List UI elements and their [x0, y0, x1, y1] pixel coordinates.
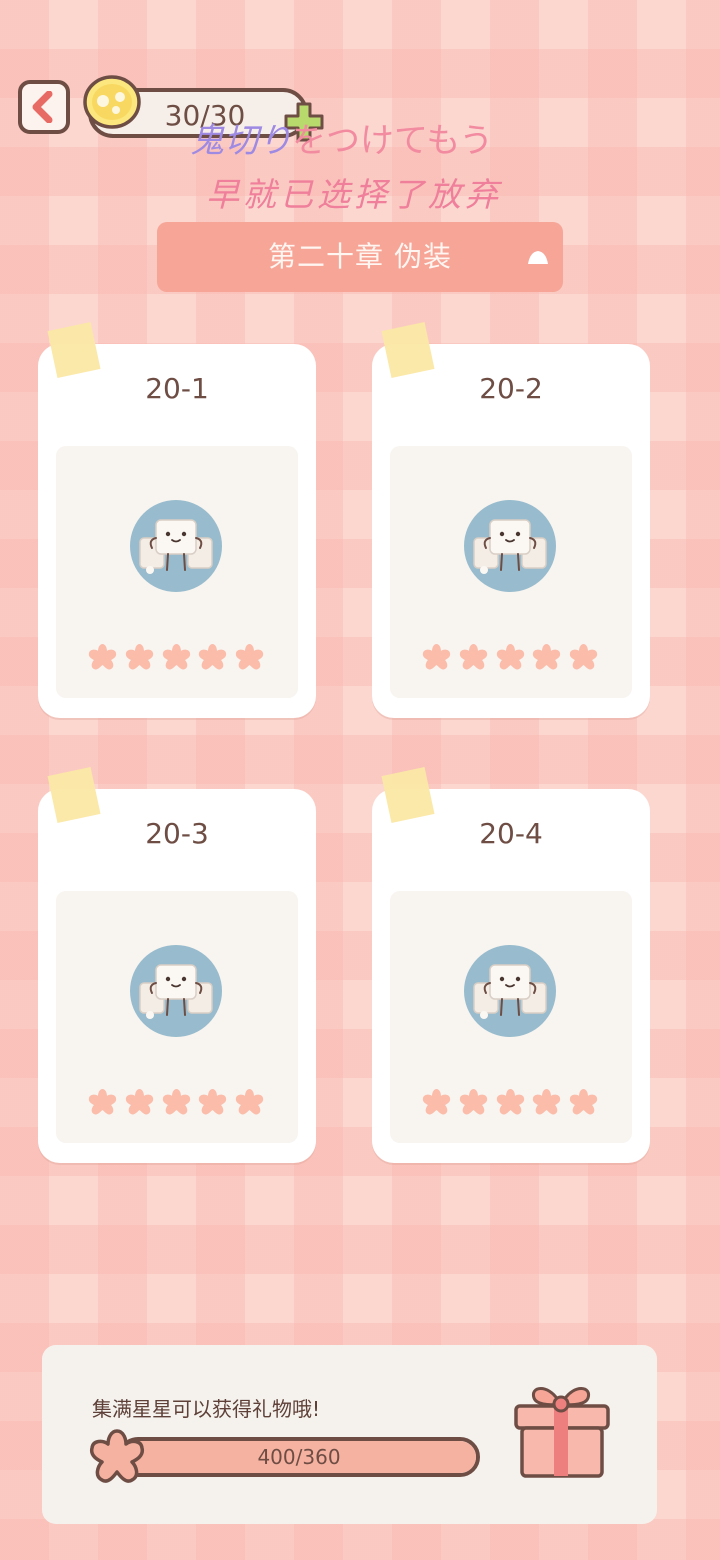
star-rating	[86, 1087, 266, 1119]
flower-star-icon	[569, 1089, 598, 1115]
reward-message: 集满星星可以获得礼物哦!	[92, 1397, 321, 1421]
flower-star-icon	[88, 644, 117, 670]
tofu-character-avatar	[130, 945, 222, 1037]
flower-star-icon	[459, 644, 487, 670]
reward-progress-text: 400/360	[257, 1445, 341, 1469]
flower-star-icon	[125, 644, 153, 670]
overlay-japanese-part2: をつけてもう	[292, 121, 494, 161]
flower-star-icon	[533, 1089, 561, 1115]
tape-decoration	[47, 321, 101, 379]
flower-star-icon	[162, 1089, 190, 1115]
level-preview	[390, 891, 632, 1143]
level-card[interactable]: 20-4	[372, 766, 650, 1163]
level-preview	[390, 446, 632, 698]
star-rating	[420, 1087, 600, 1119]
flower-star-icon	[235, 1089, 264, 1115]
flower-star-icon	[422, 1089, 451, 1115]
flower-star-icon	[88, 1089, 117, 1115]
flower-star-icon	[569, 644, 598, 670]
tape-decoration	[381, 766, 435, 824]
overlay-chinese-text: 早就已选择了放弃	[206, 175, 502, 214]
tofu-coin-icon	[83, 75, 141, 129]
overlay-japanese-part1: 鬼切り	[190, 121, 292, 161]
flower-star-icon	[199, 1089, 227, 1115]
level-card[interactable]: 20-1	[38, 321, 316, 718]
flower-star-icon	[125, 1089, 153, 1115]
chapter-title: 第二十章 伪装	[268, 240, 452, 273]
level-title: 20-4	[479, 817, 543, 850]
tofu-character-avatar	[464, 945, 556, 1037]
flower-star-icon	[496, 1089, 524, 1115]
flower-star-icon	[89, 1429, 145, 1483]
level-preview	[56, 446, 298, 698]
tofu-character-avatar	[130, 500, 222, 592]
level-preview	[56, 891, 298, 1143]
star-rating	[420, 642, 600, 674]
flower-star-icon	[496, 644, 524, 670]
flower-star-icon	[199, 644, 227, 670]
overlay-japanese-text: 鬼切りをつけてもう	[190, 118, 550, 164]
flower-star-icon	[235, 644, 264, 670]
level-title: 20-3	[145, 817, 209, 850]
level-card[interactable]: 20-2	[372, 321, 650, 718]
flower-star-icon	[162, 644, 190, 670]
tofu-character-avatar	[464, 500, 556, 592]
back-button[interactable]	[18, 80, 70, 134]
gift-icon[interactable]	[508, 1376, 616, 1484]
flower-star-icon	[422, 644, 451, 670]
level-title: 20-2	[479, 372, 543, 405]
star-rating	[86, 642, 266, 674]
tape-decoration	[381, 321, 435, 379]
tape-decoration	[47, 766, 101, 824]
chevron-left-icon	[32, 91, 53, 123]
flower-star-icon	[533, 644, 561, 670]
caret-up-icon	[528, 251, 548, 264]
level-card[interactable]: 20-3	[38, 766, 316, 1163]
level-title: 20-1	[145, 372, 209, 405]
flower-star-icon	[459, 1089, 487, 1115]
